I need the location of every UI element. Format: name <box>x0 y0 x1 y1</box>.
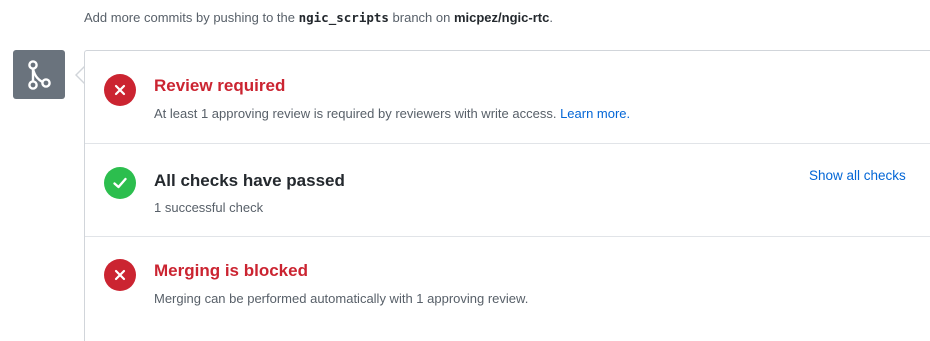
push-hint-middle: branch on <box>388 10 454 25</box>
merge-status-panel: Review required At least 1 approving rev… <box>84 50 930 341</box>
check-description-text: At least 1 approving review is required … <box>154 106 561 121</box>
show-all-checks-link[interactable]: Show all checks <box>809 168 906 183</box>
check-description: 1 successful check <box>154 200 264 215</box>
check-title: Review required <box>154 76 286 95</box>
merge-badge <box>13 50 65 99</box>
x-icon <box>104 259 136 291</box>
check-icon <box>104 167 136 199</box>
check-row-merging-blocked: Merging is blocked Merging can be perfor… <box>85 237 930 341</box>
push-hint-prefix: Add more commits by pushing to the <box>84 10 299 25</box>
check-title: All checks have passed <box>154 171 345 190</box>
push-hint: Add more commits by pushing to the ngic_… <box>84 10 553 25</box>
x-icon <box>104 74 136 106</box>
push-hint-suffix: . <box>549 10 553 25</box>
check-description: At least 1 approving review is required … <box>154 106 630 121</box>
learn-more-link[interactable]: Learn more. <box>560 106 630 121</box>
check-description: Merging can be performed automatically w… <box>154 291 529 306</box>
check-row-all-checks-passed: All checks have passed 1 successful chec… <box>85 144 930 237</box>
git-merge-icon <box>28 59 51 90</box>
repo-name: micpez/ngic-rtc <box>453 10 550 25</box>
branch-name: ngic_scripts <box>298 10 389 25</box>
check-row-review-required: Review required At least 1 approving rev… <box>85 51 930 144</box>
panel-caret <box>75 66 85 84</box>
check-title: Merging is blocked <box>154 261 308 280</box>
